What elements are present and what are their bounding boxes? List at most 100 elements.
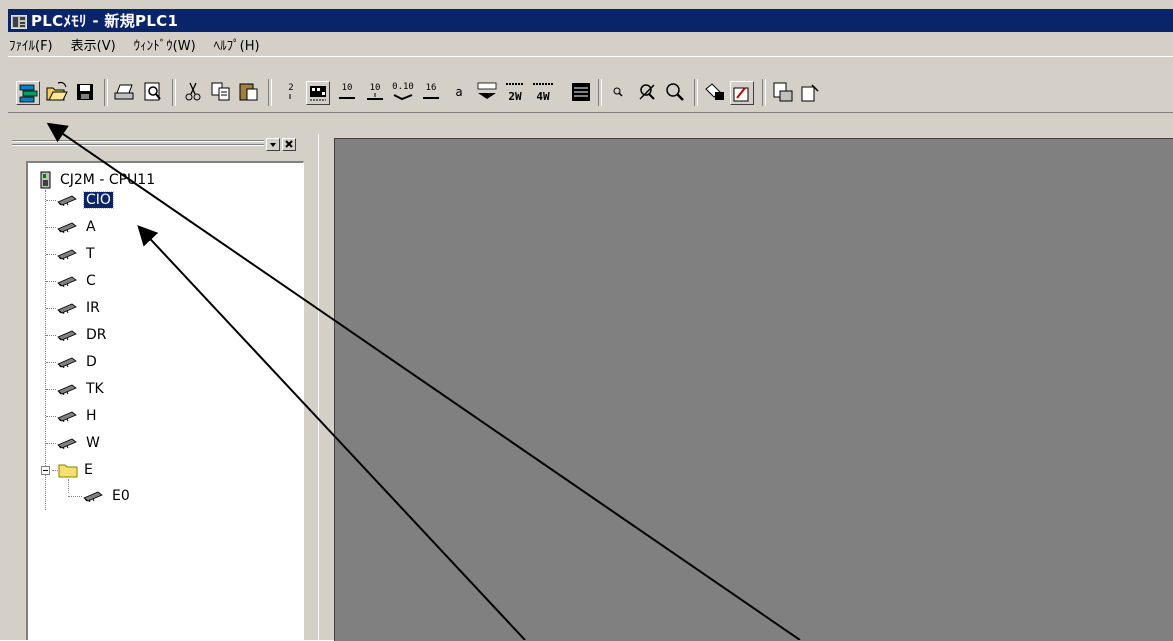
tree-item-d[interactable]: D (42, 353, 99, 371)
tree-line (46, 281, 56, 282)
tree-item-e0[interactable]: E0 (68, 487, 132, 505)
fill-icon[interactable] (702, 79, 728, 105)
save-icon[interactable] (72, 79, 98, 105)
print-preview-icon[interactable] (140, 79, 166, 105)
tree-item-c[interactable]: C (42, 272, 98, 290)
workspace-pane (322, 134, 1173, 641)
new-icon[interactable] (16, 81, 40, 105)
memory-chip-icon (57, 303, 77, 314)
decimal-display-icon[interactable]: 10 (334, 79, 360, 105)
memory-chip-icon (57, 222, 77, 233)
tree-item-label: C (86, 273, 96, 289)
tree-line (46, 416, 56, 417)
tree-root-plc[interactable]: CJ2M - CPU11 (40, 171, 155, 189)
tree-item-label: DR (86, 327, 107, 343)
tree-line (46, 443, 56, 444)
toolbar-separator (598, 79, 602, 106)
float-display-icon[interactable] (474, 79, 500, 105)
tree-item-label: A (86, 219, 96, 235)
hex-display-icon[interactable]: 16 (418, 79, 444, 105)
menu-help[interactable]: ﾍﾙﾌﾟ(H) (211, 35, 269, 54)
bcd-display-icon[interactable]: 0.10 (390, 79, 416, 105)
signed-decimal-icon[interactable]: 10 (362, 79, 388, 105)
menu-bar: ﾌｧｲﾙ(F) 表示(V) ｳｨﾝﾄﾞｳ(W) ﾍﾙﾌﾟ(H) (8, 33, 1173, 55)
tree-item-cio[interactable]: CIO (42, 191, 114, 209)
transfer-to-plc-icon[interactable] (798, 79, 824, 105)
memory-chip-icon (57, 411, 77, 422)
folder-icon (58, 464, 78, 478)
mdi-client-area[interactable] (334, 138, 1173, 641)
two-word-icon[interactable]: 2W (502, 79, 528, 105)
tree-line (46, 200, 56, 201)
toolbar-separator (268, 79, 272, 106)
four-word-icon[interactable]: 4W (530, 79, 556, 105)
menu-window[interactable]: ｳｨﾝﾄﾞｳ(W) (131, 35, 205, 54)
window-title: PLCﾒﾓﾘ - 新規PLC1 (31, 12, 179, 30)
tree-item-tk[interactable]: TK (42, 380, 106, 398)
minimize-pane-icon[interactable] (266, 138, 280, 151)
memory-chip-icon (57, 249, 77, 260)
tree-line (52, 470, 58, 471)
memory-chip-icon (83, 491, 103, 502)
grip-line (12, 144, 264, 146)
tree-item-dr[interactable]: DR (42, 326, 109, 344)
pane-grip[interactable] (8, 134, 318, 156)
grip-line (12, 140, 264, 142)
menu-view[interactable]: 表示(V) (68, 35, 125, 54)
two-word-label: 2W (508, 90, 522, 103)
memory-tree[interactable]: CJ2M - CPU11 CIO A T C IR DR D TK H W E … (26, 161, 304, 640)
binary-display-icon[interactable]: 2 (278, 79, 304, 105)
memory-chip-icon (57, 357, 77, 368)
collapse-icon[interactable] (41, 466, 50, 475)
tree-line (46, 254, 56, 255)
copy-icon[interactable] (208, 79, 234, 105)
bit-display-icon[interactable] (306, 81, 330, 105)
tree-item-a[interactable]: A (42, 218, 98, 236)
tree-item-label: IR (86, 300, 100, 316)
app-icon (10, 14, 28, 29)
tree-line (68, 496, 82, 497)
tree-item-label: E (84, 462, 93, 478)
toolbar: 2 10 10 0.10 16 a 2W 4W (8, 56, 1173, 113)
tree-line (46, 362, 56, 363)
ascii-display-icon[interactable]: a (446, 79, 472, 105)
memory-chip-icon (57, 330, 77, 341)
memory-chip-icon (57, 438, 77, 449)
tree-line (45, 190, 46, 510)
tree-item-label: E0 (112, 488, 130, 504)
tree-item-t[interactable]: T (42, 245, 97, 263)
tree-line (46, 335, 56, 336)
transfer-from-plc-icon[interactable] (770, 79, 796, 105)
memory-chip-icon (57, 276, 77, 287)
print-icon[interactable] (112, 79, 138, 105)
find-icon[interactable] (606, 79, 632, 105)
edit-value-icon[interactable] (730, 81, 754, 105)
app-window: PLCﾒﾓﾘ - 新規PLC1 ﾌｧｲﾙ(F) 表示(V) ｳｨﾝﾄﾞｳ(W) … (0, 0, 1173, 641)
toolbar-separator (762, 79, 766, 106)
memory-chip-icon (57, 195, 77, 206)
plc-model-label: CJ2M - CPU11 (60, 172, 156, 188)
four-word-label: 4W (536, 90, 550, 103)
tree-line (46, 227, 56, 228)
tree-item-label: T (86, 246, 95, 262)
tree-item-label: D (86, 354, 97, 370)
zoom-icon[interactable] (662, 79, 688, 105)
table-view-icon[interactable] (568, 79, 594, 105)
memory-chip-icon (57, 384, 77, 395)
tree-item-label: TK (86, 381, 104, 397)
tree-item-h[interactable]: H (42, 407, 99, 425)
tree-line (46, 389, 56, 390)
tree-item-w[interactable]: W (42, 434, 102, 452)
open-icon[interactable] (44, 79, 70, 105)
find-replace-icon[interactable] (634, 79, 660, 105)
close-icon[interactable] (282, 138, 296, 151)
tree-item-folder-e[interactable]: E (52, 461, 95, 479)
cut-icon[interactable] (180, 79, 206, 105)
paste-icon[interactable] (236, 79, 262, 105)
tree-item-ir[interactable]: IR (42, 299, 102, 317)
menu-file[interactable]: ﾌｧｲﾙ(F) (8, 35, 62, 54)
plc-unit-icon (40, 171, 51, 189)
title-bar[interactable]: PLCﾒﾓﾘ - 新規PLC1 (8, 9, 1173, 32)
toolbar-separator (172, 79, 176, 106)
memory-area-pane: CJ2M - CPU11 CIO A T C IR DR D TK H W E … (8, 134, 318, 640)
